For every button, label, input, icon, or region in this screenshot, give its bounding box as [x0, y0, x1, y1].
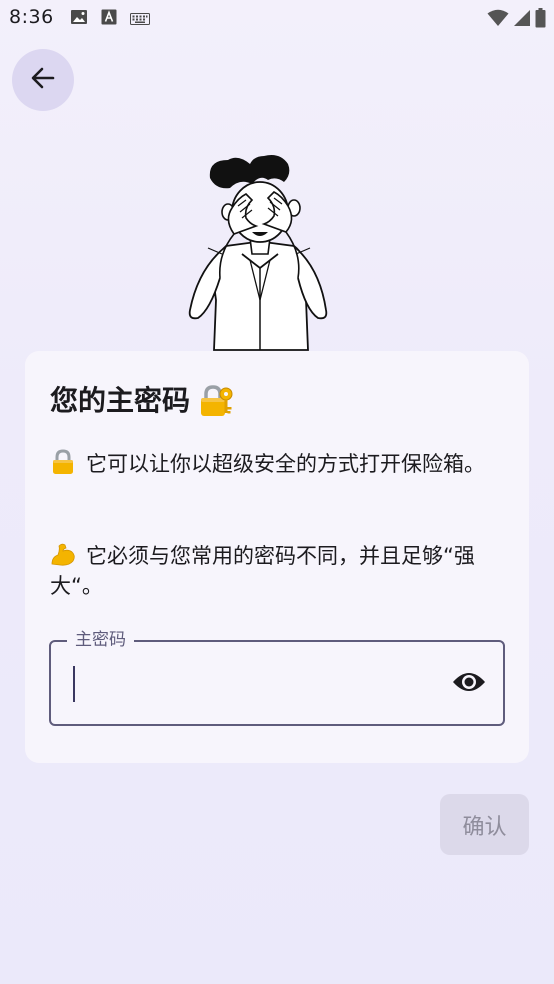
- signal-icon: [513, 9, 531, 31]
- master-password-field[interactable]: 主密码: [49, 629, 505, 726]
- paragraph-strength: 它必须与您常用的密码不同，并且足够“强大“。: [50, 541, 500, 601]
- keyboard-icon: [130, 10, 150, 29]
- confirm-button[interactable]: 确认: [440, 794, 529, 855]
- master-password-input[interactable]: [73, 662, 433, 704]
- eye-icon: [452, 670, 486, 698]
- master-password-label: 主密码: [67, 629, 134, 651]
- image-icon: [70, 9, 88, 29]
- notification-icons: [70, 9, 150, 29]
- lock-icon: [50, 449, 76, 475]
- paragraph-security: 它可以让你以超级安全的方式打开保险箱。: [50, 449, 500, 479]
- wifi-icon: [487, 9, 509, 31]
- flexed-biceps-icon: [50, 541, 76, 567]
- covering-eyes-illustration: [180, 150, 340, 355]
- status-bar: 8:36: [0, 0, 554, 36]
- battery-icon: [535, 8, 546, 32]
- arrow-left-icon: [29, 64, 57, 96]
- status-time: 8:36: [9, 6, 54, 28]
- system-icons: [487, 8, 546, 32]
- locked-with-key-icon: [198, 383, 234, 419]
- font-a-icon: [101, 9, 117, 29]
- paragraph-strength-text: 它必须与您常用的密码不同，并且足够“强大“。: [50, 544, 475, 598]
- toggle-password-visibility-button[interactable]: [451, 666, 487, 702]
- paragraph-security-text: 它可以让你以超级安全的方式打开保险箱。: [86, 452, 485, 476]
- text-caret: [73, 666, 75, 702]
- card-title: 您的主密码: [50, 381, 234, 421]
- title-text: 您的主密码: [50, 384, 191, 417]
- back-button[interactable]: [12, 49, 74, 111]
- master-password-card: 您的主密码 它可以让你以超级安全的方式打开保险箱。 它必须与您常用的密码不同，并…: [25, 351, 529, 763]
